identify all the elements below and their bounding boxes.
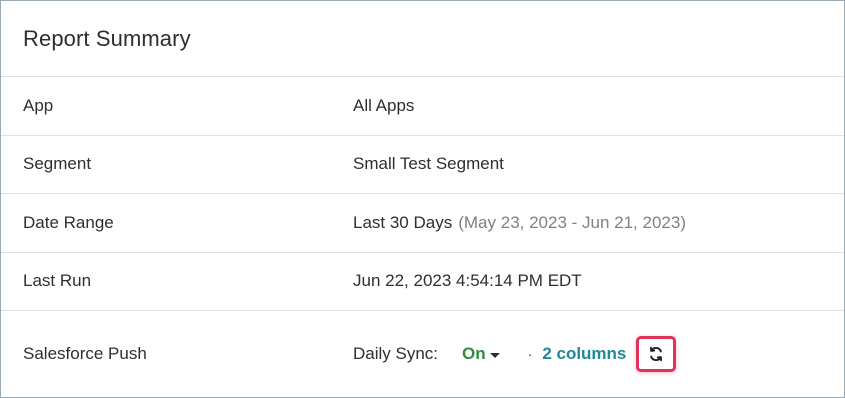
refresh-icon (650, 346, 663, 362)
row-app: App All Apps (1, 77, 844, 136)
separator-dot: · (527, 346, 533, 362)
chevron-down-icon (489, 352, 500, 358)
row-label-date-range: Date Range (23, 212, 114, 232)
row-value-last-run: Jun 22, 2023 4:54:14 PM EDT (353, 271, 582, 291)
salesforce-controls: Daily Sync: On · 2 columns (353, 336, 677, 372)
date-range-value: Last 30 Days (353, 212, 453, 232)
panel-header: Report Summary (1, 1, 844, 77)
date-range-detail: (May 23, 2023 - Jun 21, 2023) (458, 212, 686, 232)
row-salesforce-push: Salesforce Push Daily Sync: On · 2 colum… (1, 311, 844, 397)
row-label-last-run: Last Run (23, 271, 92, 291)
page-title: Report Summary (23, 25, 191, 51)
columns-link[interactable]: 2 columns (542, 344, 626, 364)
row-segment: Segment Small Test Segment (1, 136, 844, 194)
row-value-date-range: Last 30 Days (May 23, 2023 - Jun 21, 202… (353, 213, 686, 233)
daily-sync-label: Daily Sync: (353, 344, 439, 363)
row-label-app: App (23, 95, 54, 115)
daily-sync-state: On (462, 344, 486, 363)
row-last-run: Last Run Jun 22, 2023 4:54:14 PM EDT (1, 253, 844, 311)
report-summary-panel: Report Summary App All Apps Segment Smal… (0, 0, 845, 398)
row-label-segment: Segment (23, 154, 92, 174)
daily-sync-dropdown[interactable]: On (462, 344, 500, 364)
row-label-salesforce-push: Salesforce Push (23, 344, 147, 363)
row-value-app: All Apps (353, 95, 415, 115)
refresh-button[interactable] (636, 336, 677, 372)
row-date-range: Date Range Last 30 Days (May 23, 2023 - … (1, 194, 844, 253)
row-value-segment: Small Test Segment (353, 154, 504, 174)
